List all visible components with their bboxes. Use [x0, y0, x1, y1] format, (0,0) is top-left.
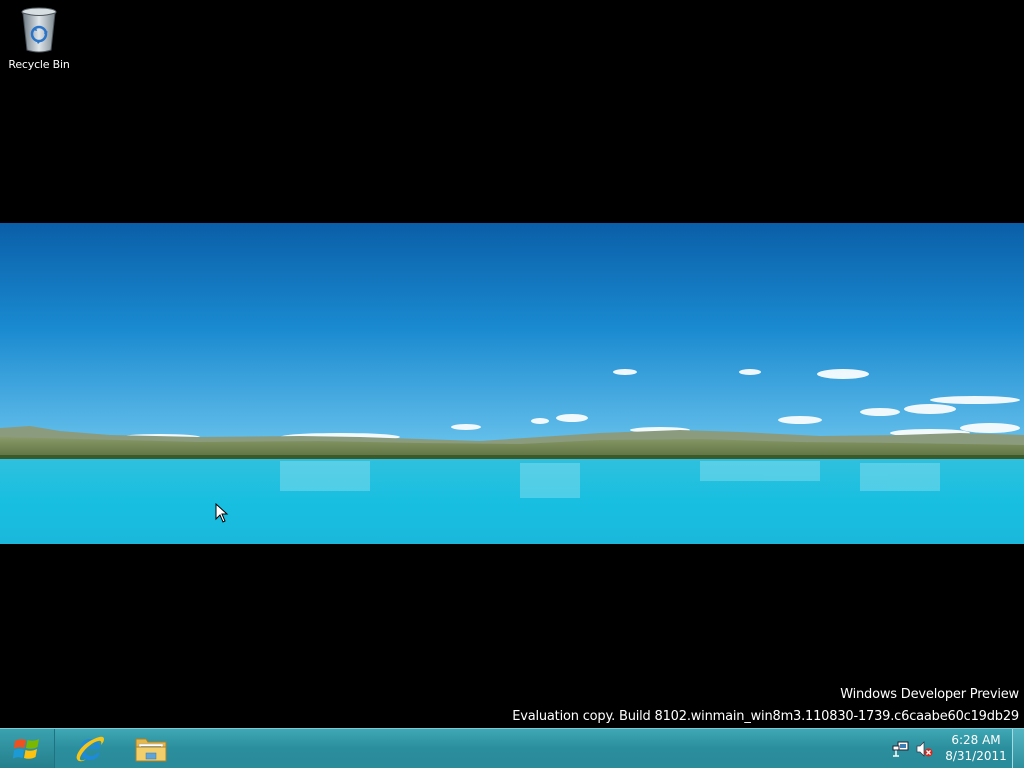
network-icon[interactable]	[892, 740, 910, 758]
show-desktop-button[interactable]	[1012, 729, 1024, 768]
taskbar-clock[interactable]: 6:28 AM 8/31/2011	[939, 732, 1013, 764]
recycle-bin-icon	[21, 7, 57, 53]
desktop[interactable]: Recycle Bin Windows Developer Preview Ev…	[0, 0, 1024, 728]
internet-explorer-icon	[76, 736, 104, 761]
taskbar-windows-explorer[interactable]	[121, 730, 181, 767]
watermark-title: Windows Developer Preview	[840, 687, 1019, 702]
wallpaper-image	[0, 223, 1024, 544]
watermark-build: Evaluation copy. Build 8102.winmain_win8…	[512, 709, 1019, 724]
volume-muted-icon[interactable]	[915, 740, 933, 758]
windows-logo-icon	[13, 738, 39, 759]
clock-date: 8/31/2011	[945, 749, 1007, 763]
desktop-icon-label: Recycle Bin	[8, 58, 70, 71]
desktop-icon-recycle-bin[interactable]: Recycle Bin	[4, 4, 74, 76]
taskbar-internet-explorer[interactable]	[60, 730, 120, 767]
mouse-cursor-icon	[215, 503, 229, 523]
build-watermark: Windows Developer Preview Evaluation cop…	[512, 684, 1019, 728]
folder-icon	[135, 738, 167, 761]
clock-time: 6:28 AM	[951, 733, 1001, 747]
taskbar: 6:28 AM 8/31/2011	[0, 728, 1024, 768]
start-button[interactable]	[0, 729, 55, 768]
